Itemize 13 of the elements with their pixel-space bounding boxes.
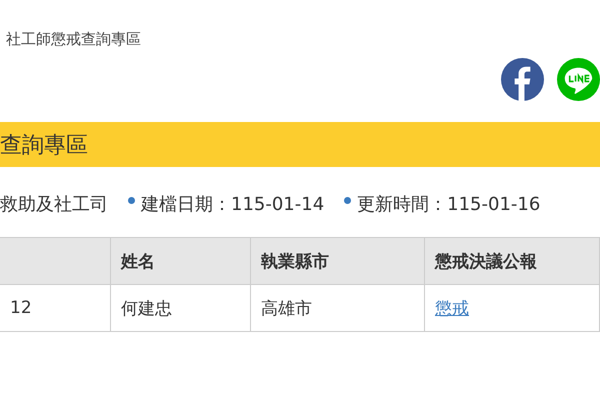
- meta-text: 更新時間：115-01-16: [357, 193, 540, 216]
- column-header: 姓名: [110, 238, 250, 284]
- column-header: 執業縣市: [250, 238, 424, 284]
- table-cell: 12: [0, 284, 110, 332]
- meta-text: 建檔日期：115-01-14: [141, 193, 324, 216]
- facebook-icon[interactable]: [501, 58, 544, 101]
- column-header: 懲戒決議公報: [424, 238, 600, 284]
- meta-text: 救助及社工司: [0, 193, 108, 216]
- breadcrumb-text: 社工師懲戒查詢專區: [6, 30, 141, 48]
- page-title: 查詢專區: [0, 132, 88, 160]
- link[interactable]: 懲戒: [435, 298, 469, 318]
- table-cell: 何建忠: [110, 284, 250, 332]
- table-cell: 高雄市: [250, 284, 424, 332]
